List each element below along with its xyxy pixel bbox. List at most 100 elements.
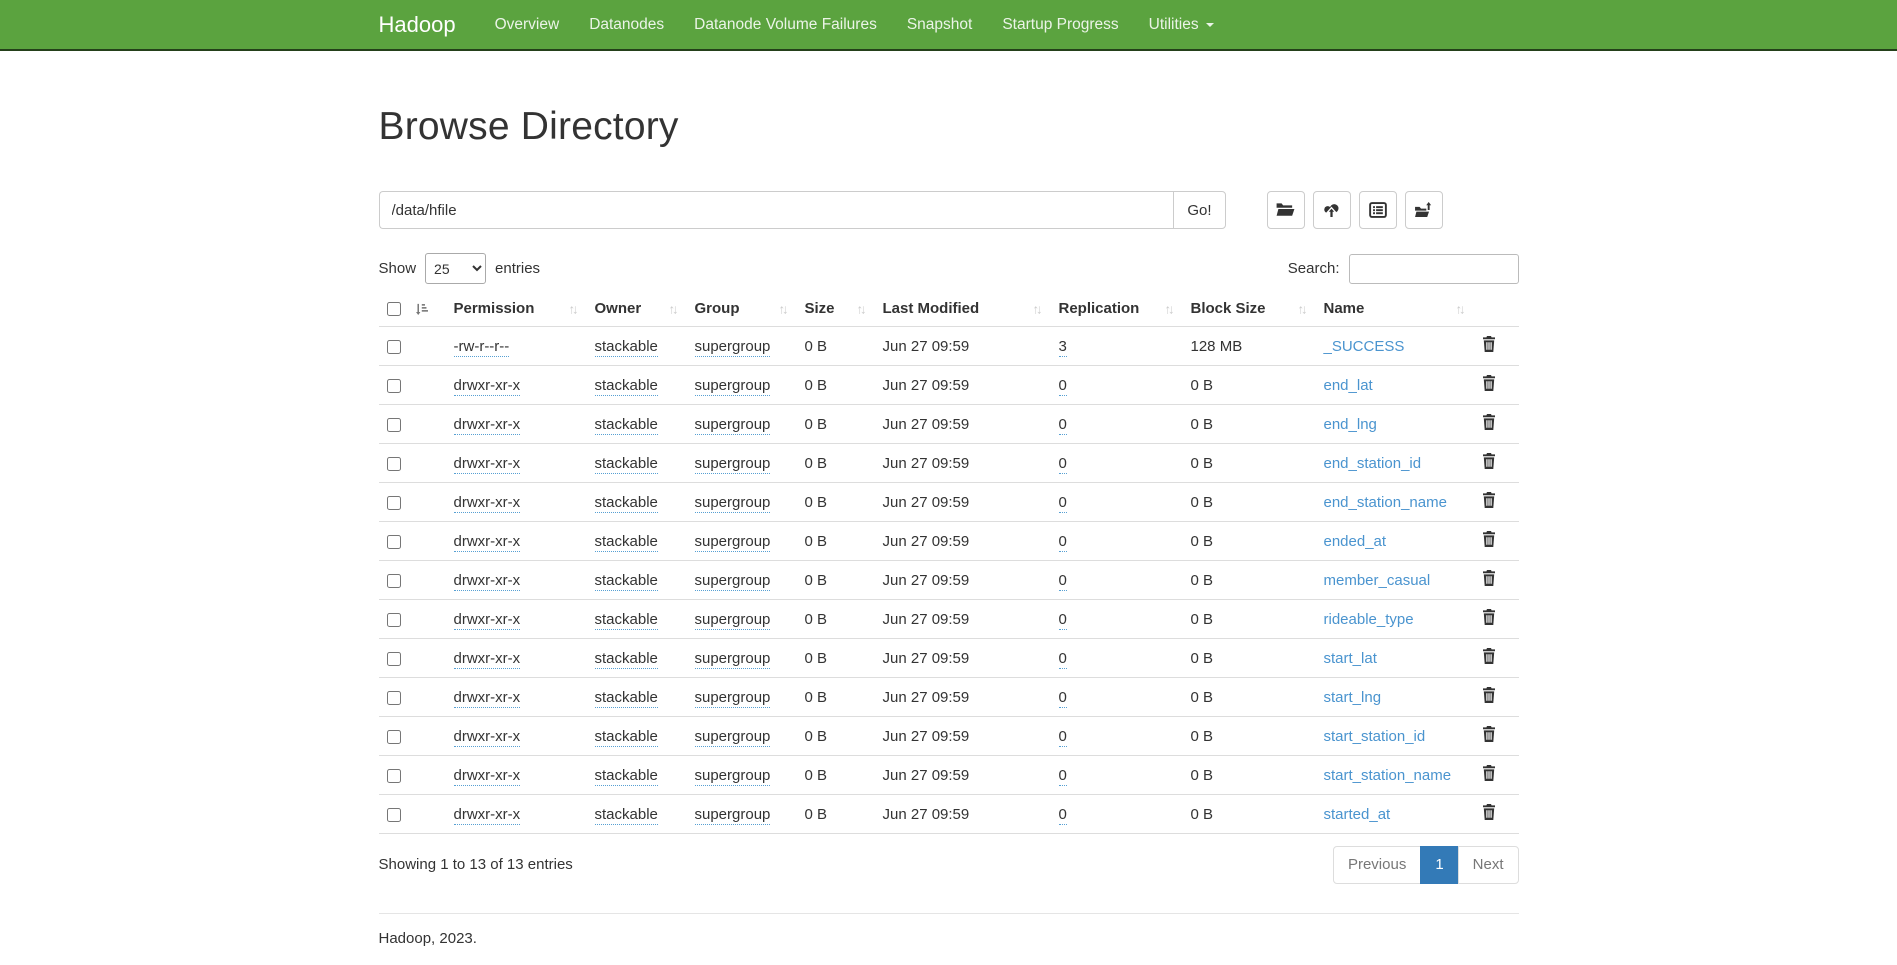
replication-value[interactable]: 0: [1059, 416, 1067, 435]
row-checkbox[interactable]: [387, 379, 401, 393]
group-value[interactable]: supergroup: [695, 533, 771, 552]
delete-file-button[interactable]: [1482, 765, 1496, 781]
file-link[interactable]: start_station_id: [1324, 728, 1426, 745]
column-header-size[interactable]: Size↑↓: [797, 291, 875, 327]
owner-value[interactable]: stackable: [595, 338, 658, 357]
delete-file-button[interactable]: [1482, 687, 1496, 703]
replication-value[interactable]: 0: [1059, 650, 1067, 669]
group-value[interactable]: supergroup: [695, 377, 771, 396]
file-link[interactable]: _SUCCESS: [1324, 338, 1405, 355]
column-header-last-modified[interactable]: Last Modified↑↓: [875, 291, 1051, 327]
permission-value[interactable]: drwxr-xr-x: [454, 806, 521, 825]
group-value[interactable]: supergroup: [695, 338, 771, 357]
row-checkbox[interactable]: [387, 769, 401, 783]
owner-value[interactable]: stackable: [595, 377, 658, 396]
nav-item-startup-progress[interactable]: Startup Progress: [987, 0, 1133, 49]
replication-value[interactable]: 0: [1059, 572, 1067, 591]
move-directory-button[interactable]: [1405, 191, 1443, 229]
owner-value[interactable]: stackable: [595, 494, 658, 513]
owner-value[interactable]: stackable: [595, 416, 658, 435]
replication-value[interactable]: 0: [1059, 611, 1067, 630]
file-link[interactable]: start_lng: [1324, 689, 1382, 706]
owner-value[interactable]: stackable: [595, 650, 658, 669]
owner-value[interactable]: stackable: [595, 533, 658, 552]
delete-file-button[interactable]: [1482, 453, 1496, 469]
row-checkbox[interactable]: [387, 418, 401, 432]
nav-item-datanodes[interactable]: Datanodes: [574, 0, 679, 49]
next-page-button[interactable]: Next: [1458, 846, 1519, 884]
replication-value[interactable]: 0: [1059, 689, 1067, 708]
path-input[interactable]: [379, 191, 1174, 229]
permission-value[interactable]: drwxr-xr-x: [454, 416, 521, 435]
delete-file-button[interactable]: [1482, 492, 1496, 508]
row-checkbox[interactable]: [387, 574, 401, 588]
create-directory-button[interactable]: [1267, 191, 1305, 229]
owner-value[interactable]: stackable: [595, 611, 658, 630]
column-header-block-size[interactable]: Block Size↑↓: [1183, 291, 1316, 327]
delete-file-button[interactable]: [1482, 375, 1496, 391]
replication-value[interactable]: 0: [1059, 494, 1067, 513]
delete-file-button[interactable]: [1482, 570, 1496, 586]
permission-value[interactable]: -rw-r--r--: [454, 338, 510, 357]
permission-value[interactable]: drwxr-xr-x: [454, 728, 521, 747]
column-header-permission[interactable]: Permission↑↓: [446, 291, 587, 327]
row-checkbox[interactable]: [387, 691, 401, 705]
group-value[interactable]: supergroup: [695, 572, 771, 591]
column-header-name[interactable]: Name↑↓: [1316, 291, 1474, 327]
file-link[interactable]: started_at: [1324, 806, 1391, 823]
group-value[interactable]: supergroup: [695, 416, 771, 435]
owner-value[interactable]: stackable: [595, 767, 658, 786]
replication-value[interactable]: 0: [1059, 377, 1067, 396]
delete-file-button[interactable]: [1482, 648, 1496, 664]
previous-page-button[interactable]: Previous: [1333, 846, 1421, 884]
replication-value[interactable]: 0: [1059, 455, 1067, 474]
delete-file-button[interactable]: [1482, 414, 1496, 430]
page-1-button[interactable]: 1: [1420, 846, 1458, 884]
group-value[interactable]: supergroup: [695, 767, 771, 786]
row-checkbox[interactable]: [387, 496, 401, 510]
file-link[interactable]: ended_at: [1324, 533, 1387, 550]
nav-item-snapshot[interactable]: Snapshot: [892, 0, 988, 49]
file-link[interactable]: start_lat: [1324, 650, 1377, 667]
owner-value[interactable]: stackable: [595, 689, 658, 708]
group-value[interactable]: supergroup: [695, 494, 771, 513]
column-header-owner[interactable]: Owner↑↓: [587, 291, 687, 327]
nav-item-utilities[interactable]: Utilities: [1134, 0, 1229, 49]
nav-item-datanode-volume-failures[interactable]: Datanode Volume Failures: [679, 0, 892, 49]
permission-value[interactable]: drwxr-xr-x: [454, 689, 521, 708]
navbar-brand[interactable]: Hadoop: [379, 12, 456, 38]
owner-value[interactable]: stackable: [595, 728, 658, 747]
file-link[interactable]: start_station_name: [1324, 767, 1452, 784]
row-checkbox[interactable]: [387, 808, 401, 822]
owner-value[interactable]: stackable: [595, 806, 658, 825]
permission-value[interactable]: drwxr-xr-x: [454, 455, 521, 474]
group-value[interactable]: supergroup: [695, 728, 771, 747]
replication-value[interactable]: 0: [1059, 533, 1067, 552]
group-value[interactable]: supergroup: [695, 455, 771, 474]
delete-file-button[interactable]: [1482, 609, 1496, 625]
permission-value[interactable]: drwxr-xr-x: [454, 650, 521, 669]
delete-file-button[interactable]: [1482, 726, 1496, 742]
permission-value[interactable]: drwxr-xr-x: [454, 767, 521, 786]
permission-value[interactable]: drwxr-xr-x: [454, 611, 521, 630]
select-all-checkbox[interactable]: [387, 302, 401, 316]
row-checkbox[interactable]: [387, 457, 401, 471]
file-link[interactable]: end_station_name: [1324, 494, 1447, 511]
permission-value[interactable]: drwxr-xr-x: [454, 572, 521, 591]
nav-item-overview[interactable]: Overview: [480, 0, 575, 49]
go-button[interactable]: Go!: [1173, 191, 1225, 229]
directory-listing-button[interactable]: [1359, 191, 1397, 229]
file-link[interactable]: end_lng: [1324, 416, 1377, 433]
row-checkbox[interactable]: [387, 613, 401, 627]
group-value[interactable]: supergroup: [695, 806, 771, 825]
file-link[interactable]: rideable_type: [1324, 611, 1414, 628]
owner-value[interactable]: stackable: [595, 455, 658, 474]
group-value[interactable]: supergroup: [695, 689, 771, 708]
column-header-replication[interactable]: Replication↑↓: [1051, 291, 1183, 327]
replication-value[interactable]: 3: [1059, 338, 1067, 357]
row-checkbox[interactable]: [387, 730, 401, 744]
column-header-group[interactable]: Group↑↓: [687, 291, 797, 327]
owner-value[interactable]: stackable: [595, 572, 658, 591]
replication-value[interactable]: 0: [1059, 767, 1067, 786]
search-input[interactable]: [1349, 254, 1519, 284]
